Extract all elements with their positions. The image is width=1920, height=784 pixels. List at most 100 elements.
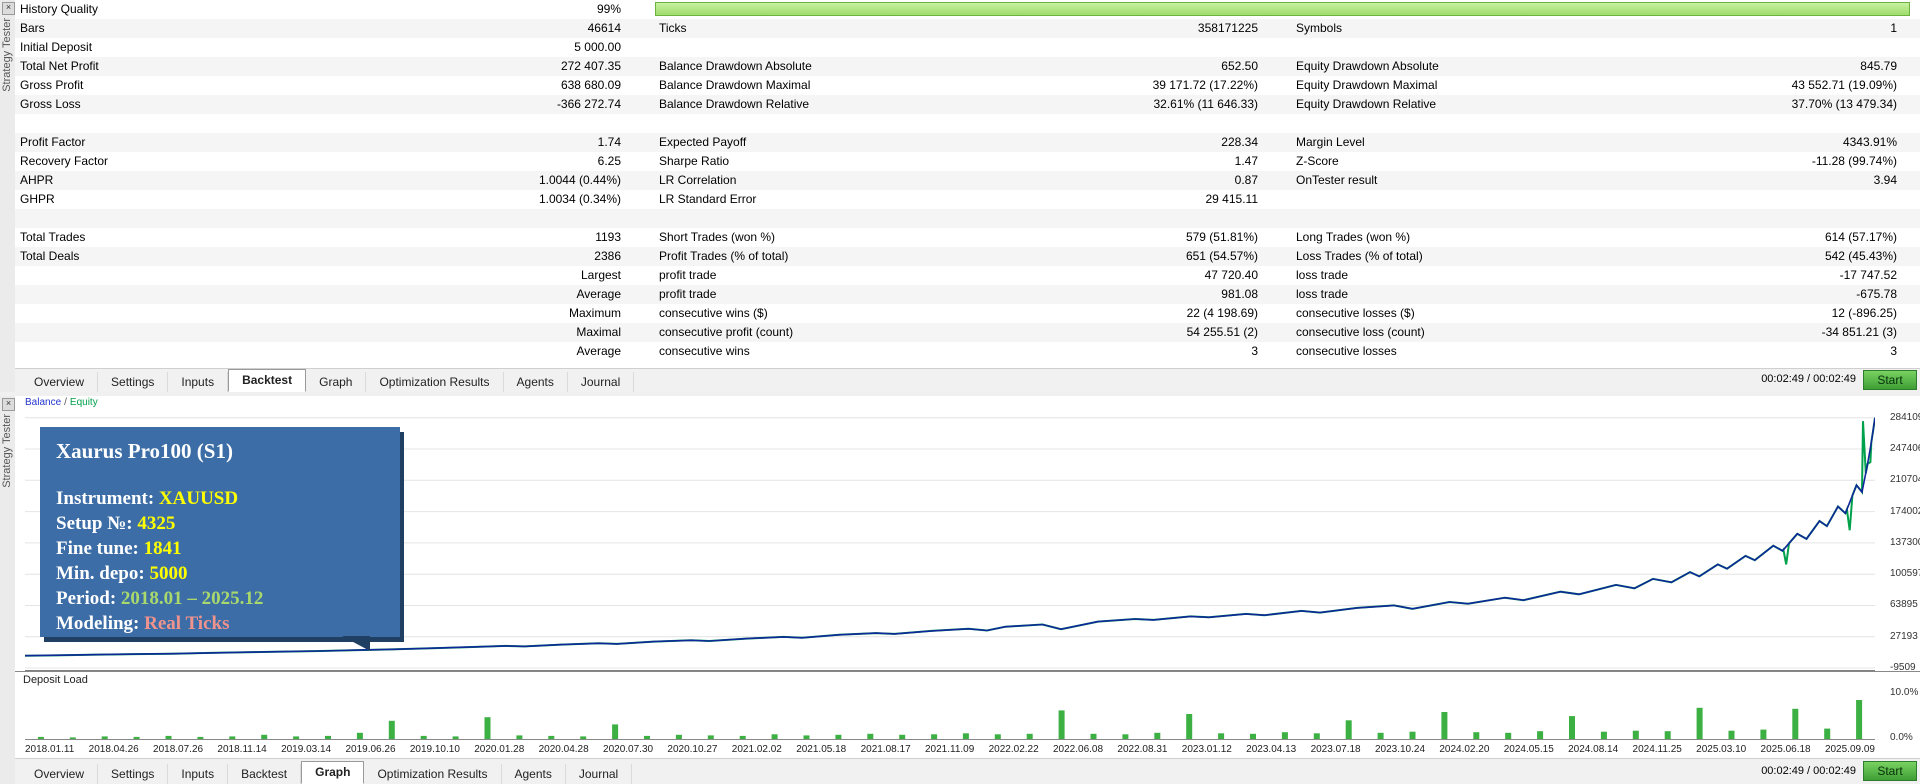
report-value: 4343.91% — [1842, 135, 1897, 149]
info-value: 5000 — [149, 563, 188, 584]
report-value: 12 (-896.25) — [1831, 306, 1897, 320]
report-label: Total Trades — [20, 230, 86, 244]
report-label: Equity Drawdown Maximal — [1296, 78, 1438, 92]
strategy-info-box: Xaurus Pro100 (S1) Instrument: XAUUSD Set… — [40, 427, 400, 651]
report-row[interactable]: Maximal consecutive profit (count) 54 255.… — [15, 323, 1920, 342]
top-tab-bar: Overview Settings Inputs Backtest Graph Optim… — [15, 368, 1920, 392]
report-row[interactable]: Average profit trade 981.08 loss trade -675.… — [15, 285, 1920, 304]
x-axis-date: 2024.11.25 — [1632, 744, 1682, 755]
report-label: Profit Trades (% of total) — [659, 249, 789, 263]
report-row[interactable]: Recovery Factor 6.25 Sharpe Ratio 1.47 Z-Sco… — [15, 152, 1920, 171]
tab-backtest[interactable]: Backtest — [228, 369, 307, 392]
report-value: 845.79 — [1860, 59, 1897, 73]
close-icon[interactable]: × — [2, 2, 15, 15]
report-label: OnTester result — [1296, 173, 1378, 187]
report-row[interactable]: Maximum consecutive wins ($) 22 (4 198.69)… — [15, 304, 1920, 323]
tab-agents[interactable]: Agents — [502, 764, 566, 784]
report-value: 652.50 — [1221, 59, 1258, 73]
report-label: Gross Profit — [20, 78, 84, 92]
tab-agents[interactable]: Agents — [504, 372, 568, 392]
test-time: 00:02:49 / 00:02:49 — [1761, 765, 1856, 777]
report-row[interactable]: Total Deals 2386 Profit Trades (% of total… — [15, 247, 1920, 266]
tab-journal[interactable]: Journal — [566, 764, 633, 784]
report-row[interactable]: Average consecutive wins 3 consecutive loss… — [15, 342, 1920, 361]
report-row[interactable]: GHPR 1.0034 (0.34%) LR Standard Error 29 41… — [15, 190, 1920, 209]
tab-settings[interactable]: Settings — [98, 764, 169, 784]
panel-titlebar-vertical: × Strategy Tester — [0, 0, 16, 392]
report-value: 29 415.11 — [1205, 192, 1259, 206]
report-value: 47 720.40 — [1204, 268, 1258, 282]
x-axis-date: 2020.01.28 — [474, 744, 525, 755]
info-value: 2018.01 – 2025.12 — [120, 588, 264, 609]
report-value: 228.34 — [1221, 135, 1258, 149]
close-icon[interactable]: × — [2, 398, 15, 411]
info-line: Setup №: 4325 — [56, 511, 384, 536]
info-line: Period: 2018.01 – 2025.12 — [56, 586, 384, 611]
tab-inputs[interactable]: Inputs — [168, 764, 229, 784]
tab-graph[interactable]: Graph — [306, 372, 367, 392]
report-label: profit trade — [659, 268, 717, 282]
deposit-load-chart[interactable] — [25, 682, 1875, 740]
report-value: 1.0044 (0.44%) — [538, 173, 621, 187]
report-row[interactable]: Profit Factor 1.74 Expected Payoff 228.34 Ma… — [15, 133, 1920, 152]
x-axis-date: 2025.09.09 — [1824, 744, 1875, 755]
graph-content: Balance/Equity 284109 247406 210704 174002 1… — [15, 396, 1920, 784]
report-row[interactable] — [15, 114, 1920, 133]
tab-settings[interactable]: Settings — [98, 372, 169, 392]
tab-inputs[interactable]: Inputs — [168, 372, 229, 392]
report-row[interactable] — [15, 209, 1920, 228]
report-value: -366 272.74 — [556, 97, 621, 111]
report-value: 3.94 — [1873, 173, 1897, 187]
start-button[interactable]: Start — [1863, 370, 1917, 390]
x-axis-date: 2024.02.20 — [1439, 744, 1490, 755]
x-axis-date: 2020.04.28 — [538, 744, 589, 755]
report-value: Average — [576, 344, 621, 358]
report-label: History Quality — [20, 2, 99, 16]
report-row[interactable]: Initial Deposit 5 000.00 — [15, 38, 1920, 57]
tab-overview[interactable]: Overview — [21, 372, 99, 392]
report-row[interactable]: Gross Profit 638 680.09 Balance Drawdown M… — [15, 76, 1920, 95]
report-label: LR Standard Error — [659, 192, 757, 206]
report-value: -675.78 — [1856, 287, 1897, 301]
history-quality-row[interactable]: History Quality 99% — [15, 0, 1920, 19]
start-button[interactable]: Start — [1863, 761, 1917, 781]
y-axis-label: 174002 — [1890, 505, 1920, 517]
infobox-tail — [342, 636, 370, 651]
report-row[interactable]: Largest profit trade 47 720.40 loss trade -1… — [15, 266, 1920, 285]
report-row[interactable]: Total Trades 1193 Short Trades (won %) 579 … — [15, 228, 1920, 247]
tab-backtest[interactable]: Backtest — [228, 764, 302, 784]
info-line: Fine tune: 1841 — [56, 536, 384, 561]
history-quality-progressbar — [655, 2, 1910, 16]
y-axis-label: 137300 — [1890, 536, 1920, 548]
report-value: 651 (54.57%) — [1185, 249, 1258, 263]
x-axis-date: 2021.05.18 — [796, 744, 847, 755]
x-axis-date: 2023.01.12 — [1181, 744, 1232, 755]
report-value: 99% — [596, 2, 621, 16]
report-value: 1.0034 (0.34%) — [538, 192, 621, 206]
report-row[interactable]: Total Net Profit 272 407.35 Balance Drawdo… — [15, 57, 1920, 76]
strategy-title: Xaurus Pro100 (S1) — [56, 439, 233, 463]
report-value: Maximal — [576, 325, 621, 339]
report-label: consecutive loss (count) — [1296, 325, 1425, 339]
panel-titlebar-vertical: × Strategy Tester — [0, 396, 16, 784]
report-label: Gross Loss — [20, 97, 81, 111]
report-row[interactable]: Gross Loss -366 272.74 Balance Drawdown Re… — [15, 95, 1920, 114]
report-value: 6.25 — [597, 154, 621, 168]
report-value: 1.47 — [1234, 154, 1258, 168]
report-label: Sharpe Ratio — [659, 154, 730, 168]
x-axis-date: 2024.08.14 — [1568, 744, 1619, 755]
report-value: 1.74 — [597, 135, 621, 149]
x-axis-date: 2019.06.26 — [345, 744, 396, 755]
tab-graph[interactable]: Graph — [301, 761, 365, 784]
info-line: Instrument: XAUUSD — [56, 486, 384, 511]
tab-optimization-results[interactable]: Optimization Results — [366, 372, 504, 392]
report-label: Profit Factor — [20, 135, 86, 149]
tab-journal[interactable]: Journal — [568, 372, 635, 392]
report-label: Short Trades (won %) — [659, 230, 776, 244]
report-row[interactable]: Bars 46614 Ticks 358171225 Symbols 1 — [15, 19, 1920, 38]
report-row[interactable]: AHPR 1.0044 (0.44%) LR Correlation 0.87 OnTe… — [15, 171, 1920, 190]
tab-overview[interactable]: Overview — [21, 764, 99, 784]
report-label: Bars — [20, 21, 45, 35]
tab-optimization-results[interactable]: Optimization Results — [364, 764, 502, 784]
report-value: 32.61% (11 646.33) — [1153, 97, 1258, 111]
